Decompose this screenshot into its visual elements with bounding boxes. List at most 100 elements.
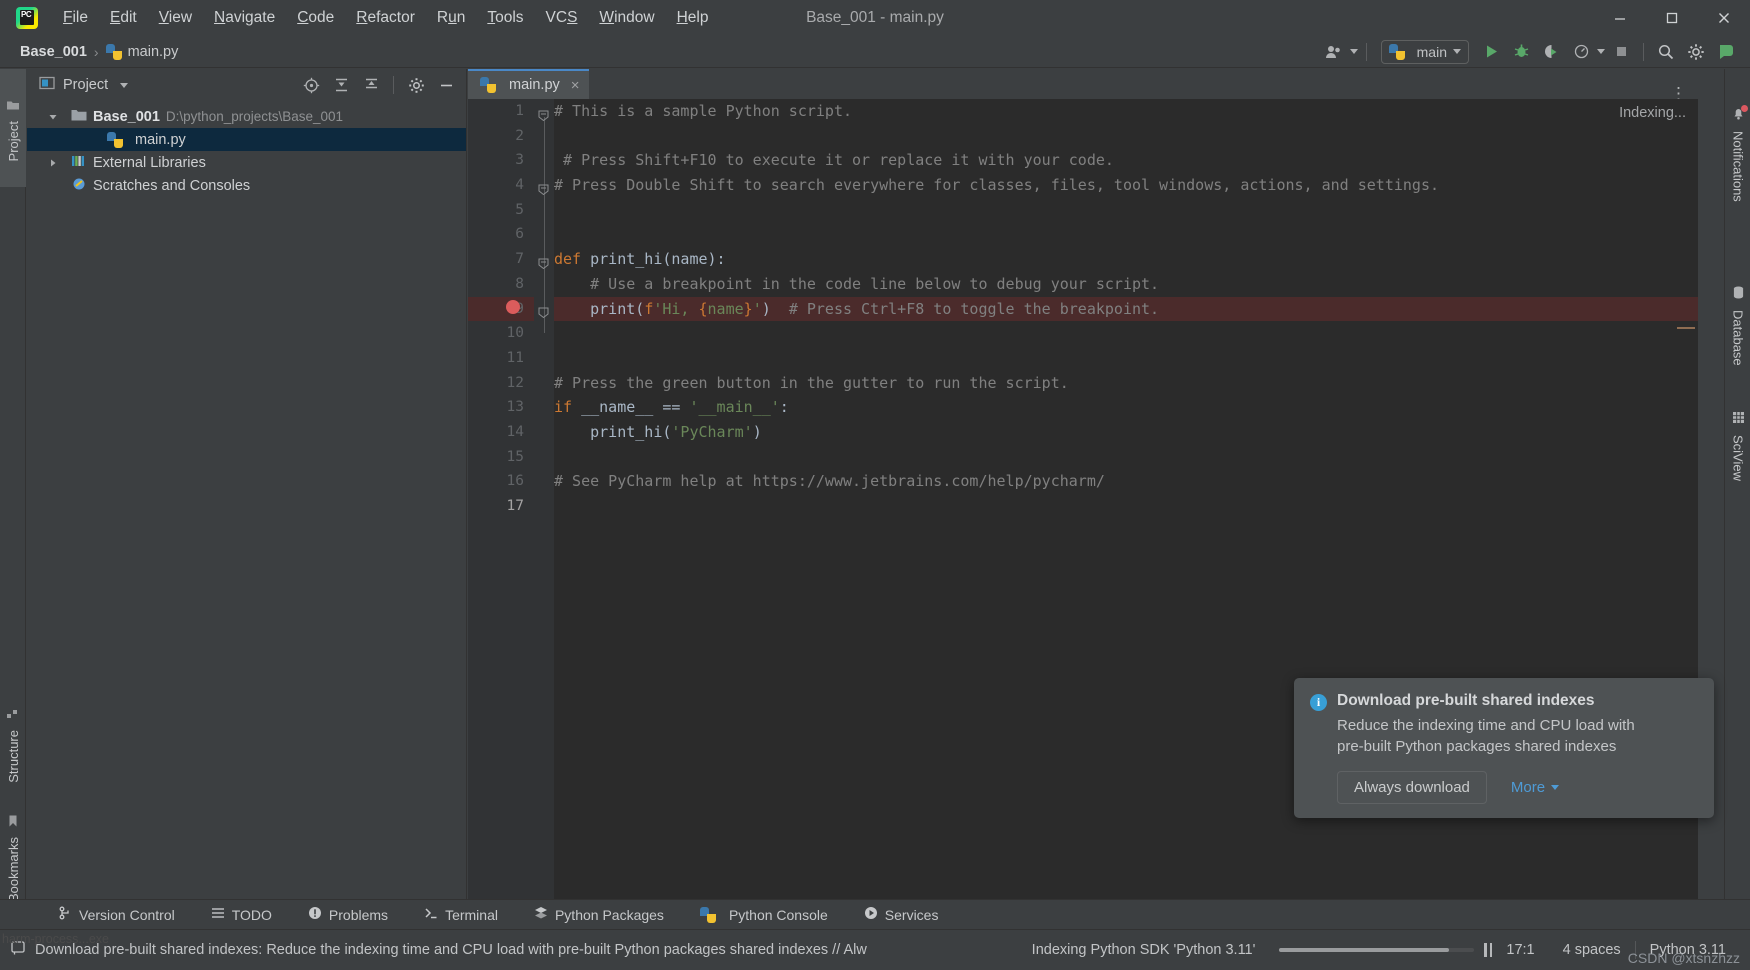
search-icon[interactable] bbox=[1652, 39, 1680, 65]
always-download-button[interactable]: Always download bbox=[1337, 771, 1487, 804]
code-line-8: # Use a breakpoint in the code line belo… bbox=[554, 274, 1160, 293]
panel-divider bbox=[393, 76, 394, 94]
line-number: 16 bbox=[506, 473, 524, 490]
menu-window[interactable]: Window bbox=[588, 0, 665, 36]
indent-setting[interactable]: 4 spaces bbox=[1549, 942, 1635, 958]
menu-navigate[interactable]: Navigate bbox=[203, 0, 286, 36]
status-message[interactable]: Download pre-built shared indexes: Reduc… bbox=[10, 940, 867, 960]
menu-refactor[interactable]: Refactor bbox=[345, 0, 426, 36]
tool-window-python-console[interactable]: Python Console bbox=[682, 906, 846, 923]
maximize-button[interactable] bbox=[1646, 0, 1698, 36]
ai-assistant-icon[interactable] bbox=[1712, 39, 1740, 65]
breakpoint-marker[interactable] bbox=[506, 300, 520, 314]
tree-item-path: D:\python_projects\Base_001 bbox=[165, 109, 344, 124]
scrollbar-error-stripe[interactable] bbox=[1677, 327, 1695, 329]
line-number-current: 17 bbox=[506, 498, 524, 514]
minimize-button[interactable] bbox=[1594, 0, 1646, 36]
status-bar: Download pre-built shared indexes: Reduc… bbox=[0, 929, 1750, 970]
title-bar: PC File Edit View Navigate Code Refactor… bbox=[0, 0, 1750, 36]
tool-window-label: Problems bbox=[328, 906, 389, 923]
close-button[interactable] bbox=[1698, 0, 1750, 36]
menu-help[interactable]: Help bbox=[666, 0, 720, 36]
tree-item-external-libraries[interactable]: External Libraries bbox=[27, 151, 466, 174]
settings-sync-icon[interactable] bbox=[1320, 39, 1348, 65]
sidebar-item-notifications[interactable]: Notifications bbox=[1725, 75, 1750, 233]
fold-collapse-icon[interactable] bbox=[538, 256, 549, 274]
problems-icon bbox=[308, 906, 322, 923]
menu-code[interactable]: Code bbox=[286, 0, 345, 36]
editor-tab-main-py[interactable]: main.py × bbox=[468, 69, 589, 99]
fold-collapse-icon-breakpoint-line[interactable] bbox=[538, 305, 549, 323]
chevron-down-icon bbox=[1453, 49, 1461, 54]
python-icon bbox=[699, 906, 716, 923]
tool-window-terminal[interactable]: Terminal bbox=[406, 906, 516, 923]
hide-icon[interactable] bbox=[432, 72, 460, 98]
menu-edit[interactable]: Edit bbox=[99, 0, 148, 36]
info-icon: i bbox=[1310, 694, 1327, 711]
select-opened-file-icon[interactable] bbox=[297, 72, 325, 98]
menu-file[interactable]: File bbox=[52, 0, 99, 36]
more-options-icon[interactable]: ⋮ bbox=[1670, 85, 1688, 102]
project-folder-icon bbox=[6, 98, 20, 115]
tool-window-services[interactable]: Services bbox=[846, 906, 957, 923]
tree-item-label: External Libraries bbox=[93, 154, 206, 171]
tool-window-label: Python Packages bbox=[554, 906, 664, 923]
tree-item-main-py[interactable]: main.py bbox=[27, 128, 466, 151]
python-file-icon bbox=[107, 131, 123, 148]
close-icon[interactable]: × bbox=[571, 77, 580, 94]
packages-icon bbox=[534, 906, 548, 923]
tool-window-python-packages[interactable]: Python Packages bbox=[516, 906, 682, 923]
settings-sync-caret-icon[interactable] bbox=[1349, 49, 1358, 54]
more-link[interactable]: More bbox=[1511, 779, 1560, 796]
run-icon[interactable] bbox=[1477, 39, 1505, 65]
settings-icon[interactable] bbox=[1682, 39, 1710, 65]
sidebar-item-project[interactable]: Project bbox=[0, 69, 26, 187]
sidebar-item-bookmarks[interactable]: Bookmarks bbox=[0, 801, 26, 911]
tool-window-version-control[interactable]: Version Control bbox=[40, 906, 193, 923]
sidebar-item-sciview[interactable]: SciView bbox=[1725, 387, 1750, 505]
stop-icon[interactable] bbox=[1607, 39, 1635, 65]
toolbar-divider bbox=[1365, 42, 1367, 61]
pause-icon[interactable] bbox=[1484, 943, 1493, 957]
chevron-down-icon[interactable] bbox=[120, 82, 129, 88]
run-configuration-selector[interactable]: main bbox=[1380, 39, 1469, 64]
breadcrumb-file[interactable]: main.py bbox=[128, 44, 179, 60]
editor-gutter[interactable]: 1 2 3 4 5 6 7 8 9 10 11 12 13 14 15 16 1… bbox=[468, 99, 534, 919]
sidebar-item-structure[interactable]: Structure bbox=[0, 695, 26, 791]
profile-icon[interactable] bbox=[1567, 39, 1595, 65]
menu-run[interactable]: Run bbox=[426, 0, 476, 36]
bottom-tool-window-bar: Version Control TODO Problems Terminal P… bbox=[0, 899, 1750, 929]
python-icon bbox=[1388, 43, 1405, 60]
toolbar-divider-2 bbox=[1643, 42, 1644, 61]
fold-collapse-icon[interactable] bbox=[538, 108, 549, 126]
tool-window-todo[interactable]: TODO bbox=[193, 906, 290, 923]
breadcrumb-project[interactable]: Base_001 bbox=[20, 44, 87, 60]
chevron-right-icon[interactable] bbox=[47, 157, 59, 169]
run-coverage-icon[interactable] bbox=[1537, 39, 1565, 65]
tree-item-project-root[interactable]: Base_001 D:\python_projects\Base_001 bbox=[27, 105, 466, 128]
terminal-icon bbox=[424, 906, 438, 923]
menu-tools[interactable]: Tools bbox=[476, 0, 534, 36]
chevron-down-icon[interactable] bbox=[47, 111, 59, 123]
menu-view[interactable]: View bbox=[148, 0, 203, 36]
gear-icon[interactable] bbox=[402, 72, 430, 98]
fold-collapse-icon[interactable] bbox=[538, 182, 549, 200]
line-number: 10 bbox=[506, 325, 524, 342]
tree-item-label: Base_001 bbox=[93, 108, 160, 125]
notification-body-line1: Reduce the indexing time and CPU load wi… bbox=[1337, 717, 1635, 734]
debug-icon[interactable] bbox=[1507, 39, 1535, 65]
profile-caret-icon[interactable] bbox=[1597, 49, 1605, 54]
collapse-all-icon[interactable] bbox=[357, 72, 385, 98]
caret-position[interactable]: 17:1 bbox=[1492, 942, 1548, 958]
line-number-breakpoint: 9 bbox=[468, 296, 534, 322]
tool-window-problems[interactable]: Problems bbox=[290, 906, 406, 923]
sidebar-item-database[interactable]: Database bbox=[1725, 259, 1750, 391]
menu-vcs[interactable]: VCS bbox=[535, 0, 589, 36]
expand-all-icon[interactable] bbox=[327, 72, 355, 98]
indexing-progress-bar bbox=[1279, 948, 1475, 952]
tree-item-scratches-consoles[interactable]: Scratches and Consoles bbox=[27, 174, 466, 197]
editor-fold-column[interactable] bbox=[534, 99, 554, 919]
window-controls bbox=[1594, 0, 1750, 36]
